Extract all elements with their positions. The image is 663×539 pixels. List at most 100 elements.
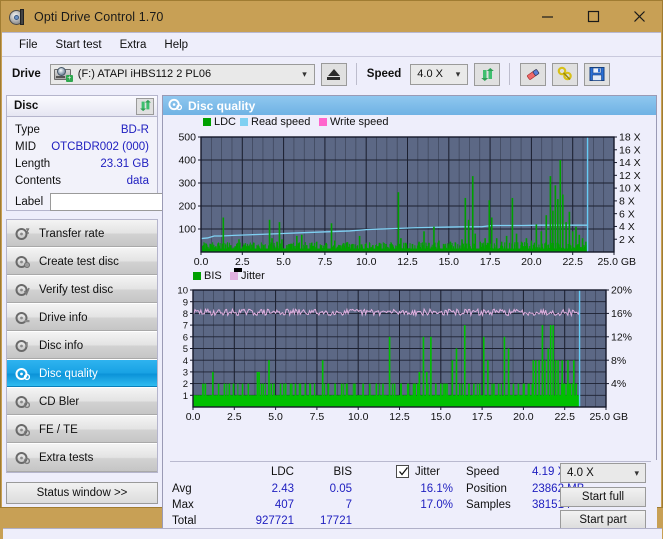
svg-text:6: 6 [183,332,188,343]
jitter-max: 17.0% [420,499,453,511]
test-speed-select[interactable]: 4.0 X ▾ [560,463,646,483]
jitter-label: Jitter [415,466,440,478]
save-button[interactable] [584,62,611,86]
svg-text:1: 1 [183,391,188,402]
disc-panel-title: Disc [14,100,39,112]
svg-text:9: 9 [183,297,188,308]
svg-text:15.0: 15.0 [439,256,460,268]
sidebar-item-fe-te[interactable]: FE / TE [7,416,157,444]
sidebar-item-disc-info[interactable]: Disc info [7,332,157,360]
svg-text:12.5: 12.5 [397,256,418,268]
svg-text:20.0: 20.0 [521,256,542,268]
position-stat-label: Position [466,483,507,495]
sidebar-item-label: Drive info [39,311,88,324]
disc-quality-icon [168,98,183,114]
erase-button[interactable] [520,62,547,86]
speed-select-value: 4.0 X [417,68,443,80]
svg-text:7.5: 7.5 [310,411,325,423]
svg-text:7.5: 7.5 [318,256,333,268]
disc-row-key: Length [15,157,51,170]
svg-text:200: 200 [178,201,196,213]
svg-text:Jitter: Jitter [241,270,265,282]
stats-col-ldc: LDC [270,466,294,478]
disc-row-key: MID [15,140,37,153]
stats-ldc-max: 407 [274,499,294,511]
close-icon[interactable] [616,1,662,32]
samples-stat-label: Samples [466,499,511,511]
disc-fete-icon [15,423,31,437]
disc-create-icon [15,255,30,269]
bis-jitter-chart[interactable]: 12345678910 4% 8% 12% 16% 20% 0.0 2.5 5.0 7.5 10.0… [163,270,656,425]
toolbar-divider-1 [355,63,357,85]
disc-row-contents: Contents data [7,172,157,189]
disc-drive-icon [15,311,30,325]
menu-extra[interactable]: Extra [111,36,156,54]
stats-bis-avg: 0.05 [329,483,352,495]
erase-icon [525,66,541,82]
stats-ldc-total: 927721 [255,515,294,527]
refresh-button[interactable] [474,62,501,86]
svg-text:25.0 GB: 25.0 GB [597,256,636,268]
ldc-read-speed-chart[interactable]: 1002003004005002 X4 X6 X8 X10 X12 X14 X1… [163,115,656,270]
sidebar-item-transfer-rate[interactable]: Transfer rate [7,220,157,248]
sidebar-item-extra-tests[interactable]: Extra tests [7,444,157,472]
speed-stat-label: Speed [466,466,500,478]
sidebar-item-label: Create test disc [39,255,119,268]
svg-text:17.5: 17.5 [472,411,493,423]
svg-text:10 X: 10 X [619,183,641,195]
svg-text:2.5: 2.5 [227,411,242,423]
menu-help[interactable]: Help [155,36,197,54]
drive-select[interactable]: + (F:) ATAPI iHBS112 2 PL06 ▾ [49,63,315,85]
svg-text:5: 5 [183,344,188,355]
sidebar-item-create-test-disc[interactable]: Create test disc [7,248,157,276]
disc-row-type: Type BD-R [7,121,157,138]
disc-panel-body: Type BD-R MID OTCBDR002 (000) Length 23.… [6,117,249,212]
disc-quality-panel: Disc quality 100 200 300 400 500 2 X4 X6 X8 X… [162,95,657,533]
minimize-icon[interactable] [524,1,570,32]
svg-text:12%: 12% [611,331,632,343]
sidebar-item-verify-test-disc[interactable]: Verify test disc [7,276,157,304]
svg-text:0.0: 0.0 [194,256,209,268]
svg-text:5.0: 5.0 [268,411,283,423]
status-window-button[interactable]: Status window >> [6,482,158,504]
sidebar-item-label: FE / TE [39,423,78,436]
svg-text:22.5: 22.5 [554,411,575,423]
save-icon [589,66,605,82]
svg-text:8 X: 8 X [619,195,635,207]
app-window: Opti Drive Control 1.70 File Start test … [0,0,663,539]
eject-button[interactable] [320,62,347,86]
disc-row-value: BD-R [120,123,149,136]
disc-verify-icon [15,283,30,297]
sidebar-item-label: Disc quality [39,367,98,380]
svg-text:Read speed: Read speed [251,116,310,128]
disc-row-key: Type [15,123,40,136]
svg-text:7: 7 [183,321,188,332]
svg-text:4%: 4% [611,378,626,390]
sidebar-item-disc-quality[interactable]: Disc quality [7,360,157,388]
drive-icon: + [53,67,73,82]
svg-text:14 X: 14 X [619,157,641,169]
window-title: Opti Drive Control 1.70 [34,9,164,24]
jitter-checkbox[interactable] [396,465,409,478]
disc-row-key: Contents [15,174,62,187]
svg-text:6 X: 6 X [619,208,635,220]
svg-text:20%: 20% [611,285,632,297]
disc-refresh-button[interactable] [136,98,154,115]
speed-select[interactable]: 4.0 X ▾ [410,63,469,85]
left-panel: Disc Type BD-R MID OTCBDR002 (000) Lengt… [6,95,249,504]
menu-start-test[interactable]: Start test [47,36,111,54]
sidebar-item-drive-info[interactable]: Drive info [7,304,157,332]
svg-text:18 X: 18 X [619,132,641,144]
menu-file[interactable]: File [10,36,47,54]
stats-row-total: Total [172,515,197,527]
key-icon [557,66,573,82]
svg-text:15.0: 15.0 [431,411,452,423]
maximize-icon[interactable] [570,1,616,32]
speed-label: Speed [366,68,402,80]
start-full-button[interactable]: Start full [560,487,646,507]
start-part-button[interactable]: Start part [560,510,646,530]
key-button[interactable] [552,62,579,86]
sidebar-item-cd-bler[interactable]: CD Bler [7,388,157,416]
svg-text:16 X: 16 X [619,144,641,156]
svg-text:500: 500 [178,132,196,144]
